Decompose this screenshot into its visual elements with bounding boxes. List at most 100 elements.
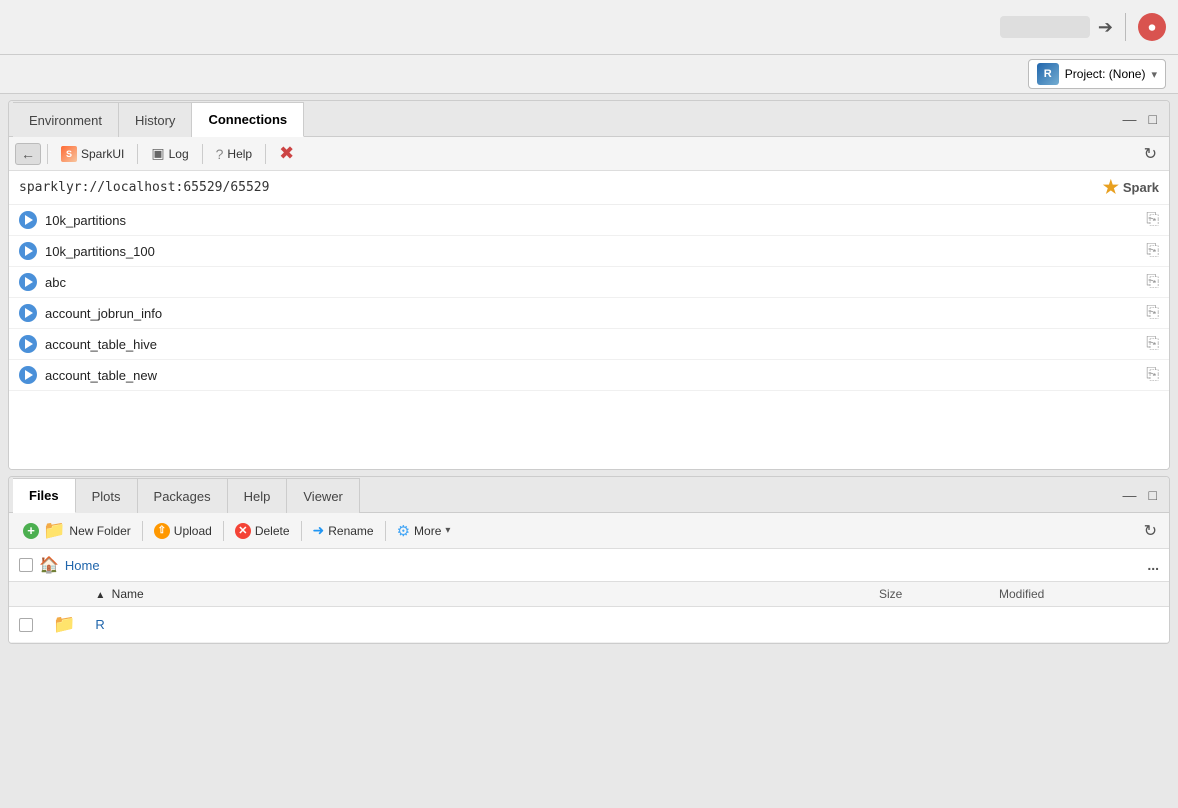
disconnect-icon: ✖ <box>279 143 294 164</box>
row-checkbox-cell <box>9 607 43 643</box>
connections-toolbar: ← S SparkUI ▣ Log ? Help ✖ ↻ <box>9 137 1169 171</box>
refresh-button[interactable]: ↻ <box>1138 141 1163 167</box>
col-modified-header[interactable]: Modified <box>989 582 1169 607</box>
file-table-header: ▲ Name Size Modified <box>9 582 1169 607</box>
tab-history[interactable]: History <box>119 102 192 137</box>
folder-icon-small: 📁 <box>43 520 65 541</box>
lower-panel: Files Plots Packages Help Viewer — □ + 📁… <box>8 476 1170 644</box>
new-folder-button[interactable]: + 📁 New Folder <box>15 517 139 544</box>
sparkui-icon: S <box>61 146 77 162</box>
grid-icon: ⎘ <box>1146 335 1159 353</box>
home-link[interactable]: Home <box>65 558 100 573</box>
more-button[interactable]: ⚙ More ▾ <box>389 519 459 543</box>
tab-packages[interactable]: Packages <box>138 478 228 513</box>
tab-environment[interactable]: Environment <box>13 102 119 137</box>
sign-out-icon[interactable]: ➔ <box>1098 17 1113 38</box>
row-name-cell: R <box>85 607 869 643</box>
tab-files[interactable]: Files <box>13 478 76 513</box>
connection-url-bar: sparklyr://localhost:65529/65529 ★ Spark <box>9 171 1169 205</box>
rename-icon: ➜ <box>313 522 325 539</box>
minimize-upper-panel[interactable]: — <box>1119 109 1141 129</box>
table-item[interactable]: 10k_partitions ⎘ <box>9 205 1169 236</box>
toolbar-div-3 <box>202 144 203 164</box>
gear-icon: ⚙ <box>397 522 410 540</box>
maximize-lower-panel[interactable]: □ <box>1145 485 1161 505</box>
grid-icon: ⎘ <box>1146 366 1159 384</box>
files-refresh-button[interactable]: ↻ <box>1138 518 1163 544</box>
files-div-4 <box>385 521 386 541</box>
tab-plots[interactable]: Plots <box>76 478 138 513</box>
project-selector[interactable]: R Project: (None) ▾ <box>1028 59 1166 89</box>
col-name-header[interactable]: ▲ Name <box>85 582 869 607</box>
upload-icon: ⇧ <box>154 523 170 539</box>
home-checkbox[interactable] <box>19 558 33 572</box>
sparkui-button[interactable]: S SparkUI <box>54 143 131 165</box>
grid-icon: ⎘ <box>1146 211 1159 229</box>
lower-panel-actions: — □ <box>1119 477 1169 512</box>
back-button[interactable]: ← <box>15 143 41 165</box>
r-logo: R <box>1037 63 1059 85</box>
table-name: abc <box>45 275 66 290</box>
file-row: 📁 R <box>9 607 1169 643</box>
home-bar: 🏠 Home ... <box>9 549 1169 582</box>
table-item[interactable]: account_table_new ⎘ <box>9 360 1169 391</box>
spark-star-icon: ★ <box>1103 177 1119 198</box>
col-checkbox <box>9 582 43 607</box>
file-table: ▲ Name Size Modified 📁 R <box>9 582 1169 643</box>
delete-button[interactable]: ✕ Delete <box>227 520 298 542</box>
files-div-3 <box>301 521 302 541</box>
table-item[interactable]: account_table_hive ⎘ <box>9 329 1169 360</box>
col-icon <box>43 582 85 607</box>
row-checkbox[interactable] <box>19 618 33 632</box>
table-name: account_table_new <box>45 368 157 383</box>
help-button[interactable]: ? Help <box>209 143 259 165</box>
home-icon: 🏠 <box>39 555 59 575</box>
project-label: Project: (None) <box>1065 67 1146 81</box>
files-div-2 <box>223 521 224 541</box>
connection-url-text: sparklyr://localhost:65529/65529 <box>19 180 269 195</box>
row-icon-cell: 📁 <box>43 607 85 643</box>
rename-button[interactable]: ➜ Rename <box>305 519 382 542</box>
tab-connections[interactable]: Connections <box>192 102 304 137</box>
spark-badge: ★ Spark <box>1103 177 1159 198</box>
monitor-icon: ▣ <box>151 145 164 162</box>
power-button[interactable]: ⏺ <box>1138 13 1166 41</box>
delete-icon: ✕ <box>235 523 251 539</box>
new-folder-icon: + <box>23 523 39 539</box>
user-display <box>1000 16 1090 38</box>
play-icon <box>19 366 37 384</box>
table-item[interactable]: abc ⎘ <box>9 267 1169 298</box>
toolbar-div-2 <box>137 144 138 164</box>
row-modified-cell <box>989 607 1169 643</box>
table-name: 10k_partitions <box>45 213 126 228</box>
sort-arrow: ▲ <box>95 590 105 601</box>
log-button[interactable]: ▣ Log <box>144 142 195 165</box>
files-toolbar: + 📁 New Folder ⇧ Upload ✕ Delete ➜ Renam… <box>9 513 1169 549</box>
more-options-button[interactable]: ... <box>1147 557 1159 573</box>
disconnect-button[interactable]: ✖ <box>272 140 301 167</box>
play-icon <box>19 211 37 229</box>
table-name: account_table_hive <box>45 337 157 352</box>
tab-help[interactable]: Help <box>228 478 288 513</box>
table-list: 10k_partitions ⎘ 10k_partitions_100 ⎘ ab… <box>9 205 1169 469</box>
table-item[interactable]: account_jobrun_info ⎘ <box>9 298 1169 329</box>
tab-viewer[interactable]: Viewer <box>287 478 360 513</box>
toolbar-div-1 <box>47 144 48 164</box>
table-item[interactable]: 10k_partitions_100 ⎘ <box>9 236 1169 267</box>
file-name-link[interactable]: R <box>95 617 104 632</box>
upload-button[interactable]: ⇧ Upload <box>146 520 220 542</box>
minimize-lower-panel[interactable]: — <box>1119 485 1141 505</box>
grid-icon: ⎘ <box>1146 304 1159 322</box>
upper-tab-bar: Environment History Connections — □ <box>9 101 1169 137</box>
play-icon <box>19 273 37 291</box>
upper-panel-actions: — □ <box>1119 101 1169 136</box>
spark-label: Spark <box>1123 180 1159 195</box>
lower-tab-bar: Files Plots Packages Help Viewer — □ <box>9 477 1169 513</box>
maximize-upper-panel[interactable]: □ <box>1145 109 1161 129</box>
table-name: 10k_partitions_100 <box>45 244 155 259</box>
play-icon <box>19 335 37 353</box>
upper-panel: Environment History Connections — □ ← S … <box>8 100 1170 470</box>
top-bar-divider <box>1125 13 1126 41</box>
grid-icon: ⎘ <box>1146 273 1159 291</box>
col-size-header[interactable]: Size <box>869 582 989 607</box>
